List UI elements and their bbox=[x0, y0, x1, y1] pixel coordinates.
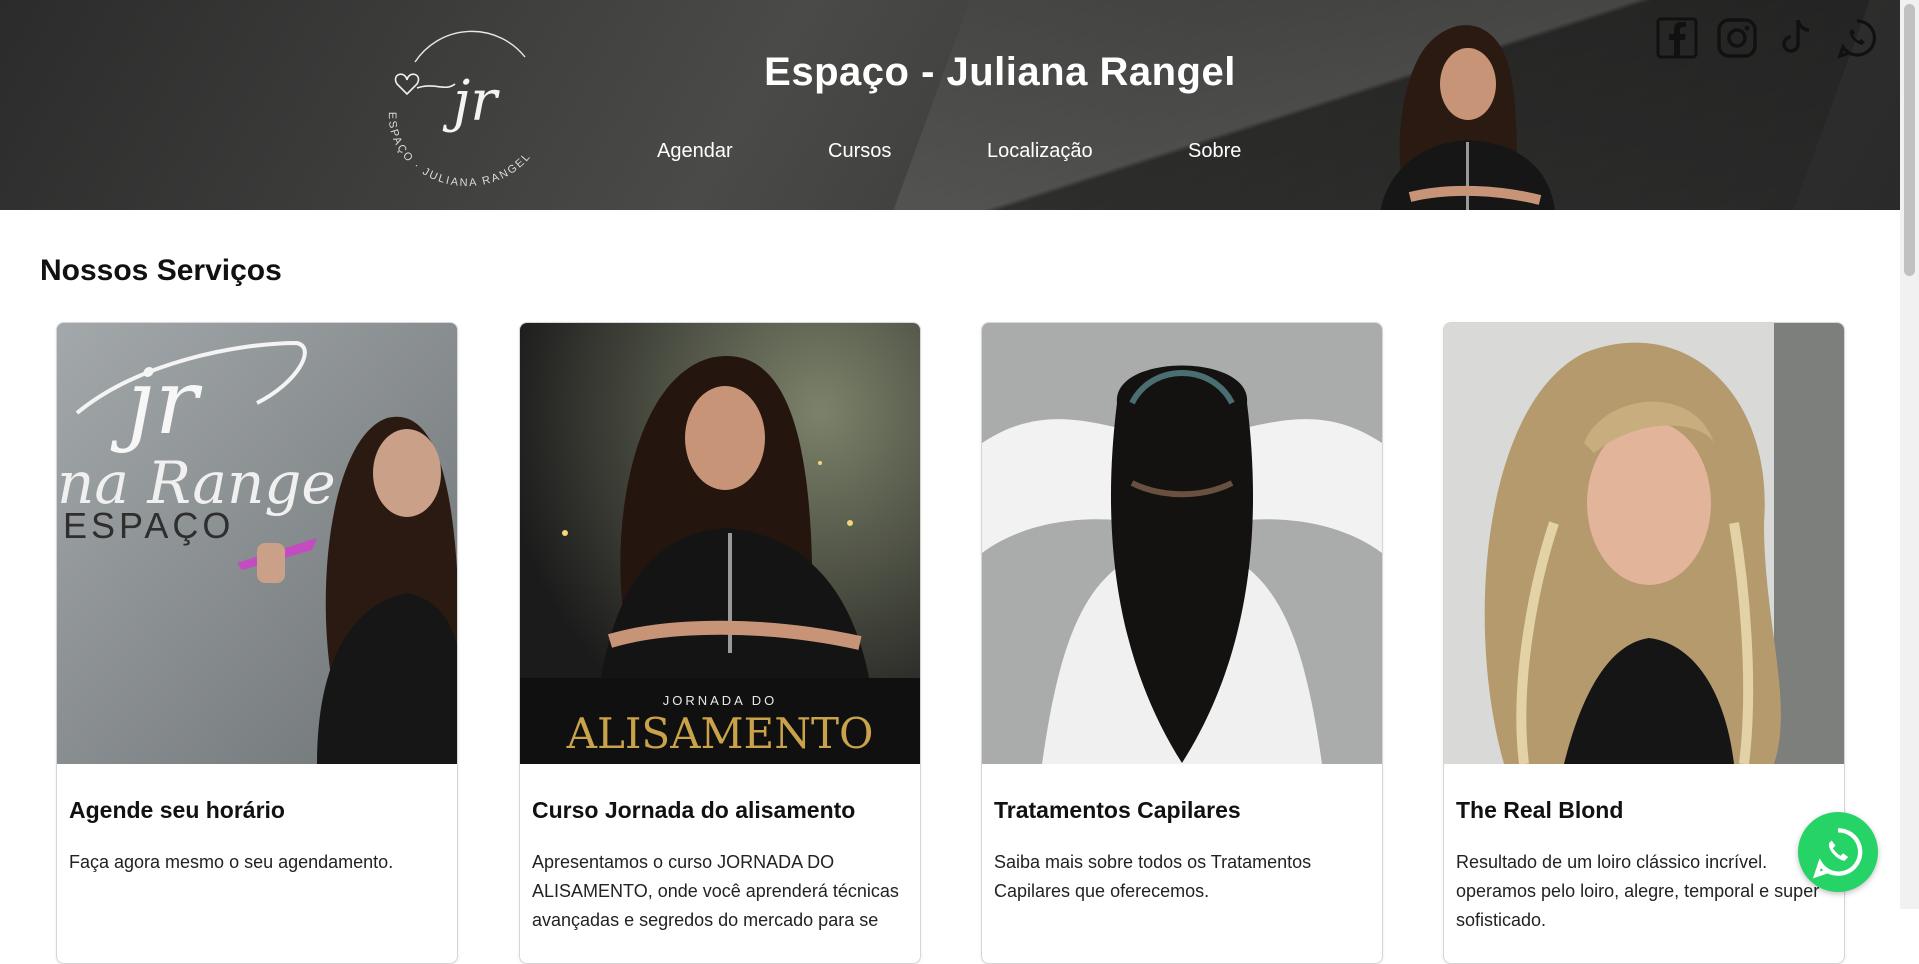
svg-text:JORNADA DO: JORNADA DO bbox=[663, 693, 778, 708]
card-text: Faça agora mesmo o seu agendamento. bbox=[69, 852, 394, 872]
card-text: Resultado de um loiro clássico incrível.… bbox=[1456, 852, 1820, 930]
social-links bbox=[1656, 16, 1878, 60]
whatsapp-float-button[interactable] bbox=[1798, 812, 1878, 892]
card-title: The Real Blond bbox=[1456, 797, 1624, 823]
card-text: Apresentamos o curso JORNADA DO ALISAMEN… bbox=[532, 852, 899, 930]
card-title: Curso Jornada do alisamento bbox=[532, 797, 856, 823]
card-title: Agende seu horário bbox=[69, 797, 285, 823]
whatsapp-icon[interactable] bbox=[1836, 16, 1878, 60]
service-card-tratamentos[interactable]: Tratamentos Capilares Saiba mais sobre t… bbox=[981, 322, 1383, 964]
card-image-tratamentos bbox=[982, 323, 1382, 764]
nav-localizacao[interactable]: Localização bbox=[987, 140, 1093, 163]
card-image-real-blond bbox=[1444, 323, 1844, 765]
page-scrollbar[interactable] bbox=[1900, 0, 1919, 909]
service-card-agendar[interactable]: jr na Range ESPAÇO Agende seu horário Fa… bbox=[56, 322, 458, 964]
card-title: Tratamentos Capilares bbox=[994, 797, 1241, 823]
card-text: Saiba mais sobre todos os Tratamentos Ca… bbox=[994, 852, 1312, 901]
site-header: jr ESPAÇO · JULIANA RANGEL Espaço - Juli… bbox=[0, 0, 1900, 210]
card-image-agendar: jr na Range ESPAÇO bbox=[57, 323, 457, 764]
site-title: Espaço - Juliana Rangel bbox=[764, 50, 1236, 94]
nav-agendar[interactable]: Agendar bbox=[657, 140, 733, 163]
main-nav: Agendar Cursos Localização Sobre bbox=[0, 140, 1900, 172]
tiktok-icon[interactable] bbox=[1776, 16, 1818, 60]
nav-sobre[interactable]: Sobre bbox=[1188, 140, 1241, 163]
card-image-curso: JORNADA DO ALISAMENTO bbox=[520, 323, 920, 764]
whatsapp-icon bbox=[1812, 828, 1863, 879]
header-portrait-photo bbox=[1380, 25, 1555, 210]
nav-cursos[interactable]: Cursos bbox=[828, 140, 891, 163]
service-card-curso[interactable]: JORNADA DO ALISAMENTO Curso Jornada do a… bbox=[519, 322, 921, 964]
services-heading: Nossos Serviços bbox=[40, 254, 282, 287]
service-card-real-blond[interactable]: The Real Blond Resultado de um loiro clá… bbox=[1443, 322, 1845, 964]
facebook-icon[interactable] bbox=[1656, 16, 1698, 60]
scrollbar-thumb[interactable] bbox=[1904, 4, 1915, 276]
svg-text:ALISAMENTO: ALISAMENTO bbox=[566, 709, 874, 758]
svg-text:ESPAÇO: ESPAÇO bbox=[63, 505, 234, 546]
instagram-icon[interactable] bbox=[1716, 16, 1758, 60]
